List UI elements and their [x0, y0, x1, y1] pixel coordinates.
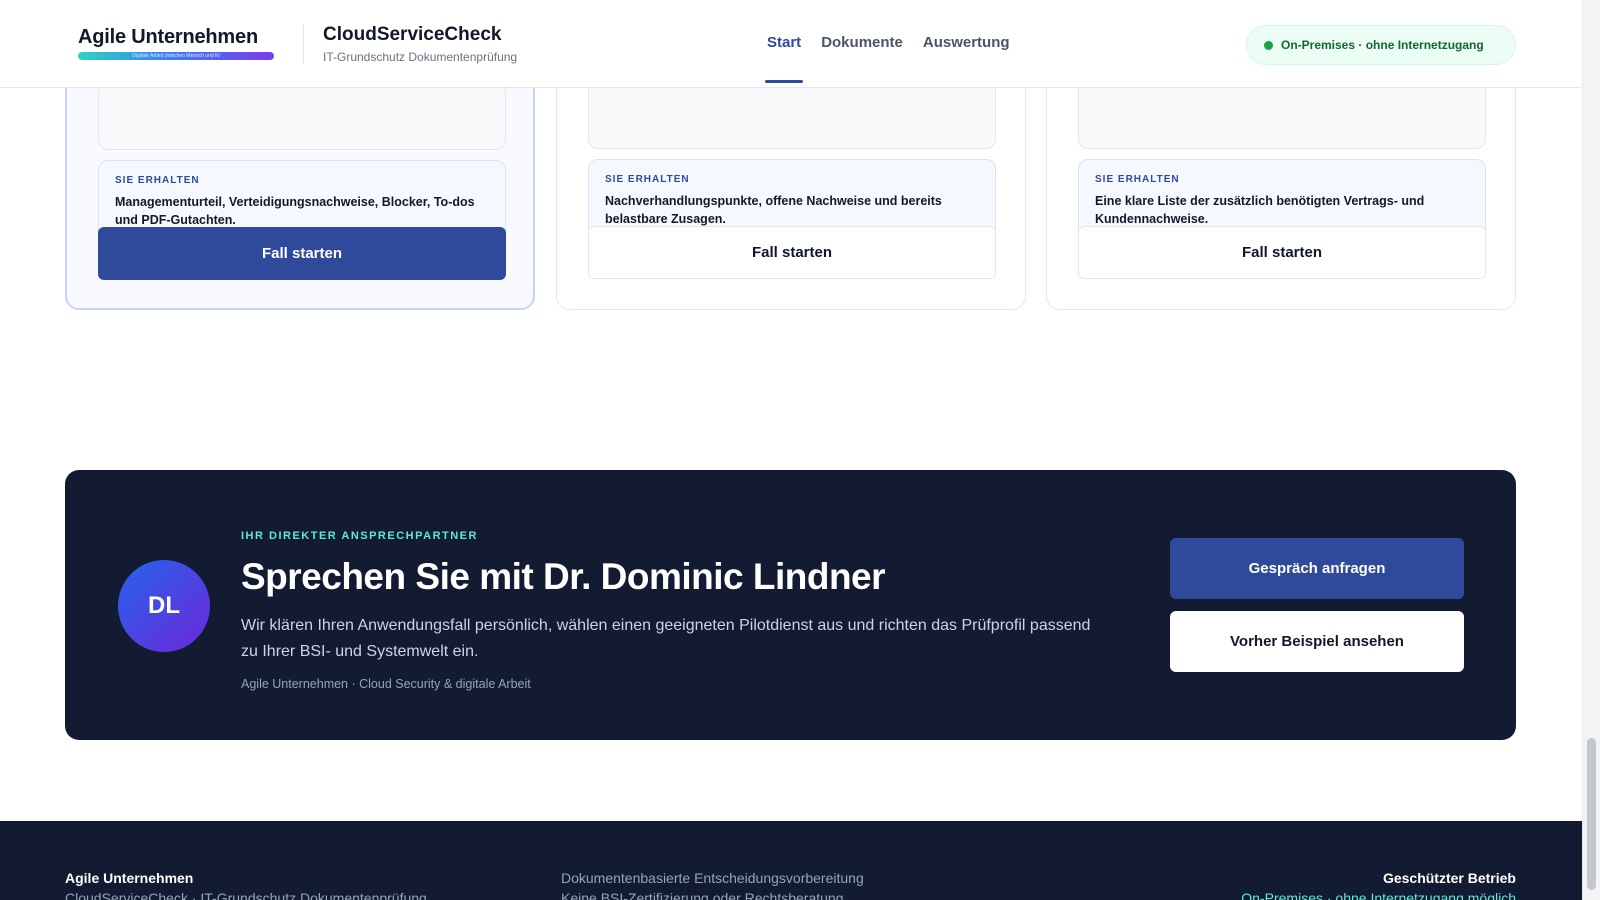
brand-tagline-bar: Digitale Arbeit zwischen Mensch und KI	[78, 52, 274, 60]
contact-description: Wir klären Ihren Anwendungsfall persönli…	[241, 617, 1091, 660]
nav-start[interactable]: Start	[764, 34, 804, 83]
top-header: Agile Unternehmen Digitale Arbeit zwisch…	[0, 0, 1582, 88]
card-result-text: Eine klare Liste der zusätzlich benötigt…	[1095, 194, 1425, 226]
footer-operation-title: Geschützter Betrieb	[1382, 870, 1516, 886]
page-scrollbar[interactable]	[1582, 0, 1600, 900]
nav-dokumente[interactable]: Dokumente	[821, 34, 903, 51]
start-case-button[interactable]: Fall starten	[1078, 226, 1486, 279]
footer-col-brand: Agile Unternehmen CloudServiceCheck · IT…	[65, 868, 427, 900]
status-text: On-Premises · ohne Internetzugang	[1281, 38, 1484, 52]
card-previous-box	[588, 81, 996, 149]
status-badge: On-Premises · ohne Internetzugang	[1246, 25, 1516, 65]
footer-brand-title: Agile Unternehmen	[65, 870, 194, 886]
start-case-button[interactable]: Fall starten	[98, 227, 506, 280]
product-subtitle: IT-Grundschutz Dokumentenprüfung	[323, 50, 518, 64]
footer-brand-sub: CloudServiceCheck · IT-Grundschutz Dokum…	[65, 890, 427, 900]
header-divider	[303, 24, 304, 64]
product-name: CloudServiceCheck	[323, 24, 502, 45]
footer: Agile Unternehmen CloudServiceCheck · IT…	[0, 821, 1582, 900]
product-title-block: CloudServiceCheck IT-Grundschutz Dokumen…	[323, 24, 517, 64]
contact-title: Sprechen Sie mit Dr. Dominic Lindner	[241, 556, 886, 597]
card-result-label: SIE ERHALTEN	[115, 175, 200, 186]
contact-meta: Agile Unternehmen · Cloud Security & dig…	[241, 677, 531, 691]
card-result-label: SIE ERHALTEN	[1095, 174, 1180, 185]
status-dot-icon	[1264, 40, 1273, 50]
contact-eyebrow: IHR DIREKTER ANSPRECHPARTNER	[241, 530, 478, 542]
card-result-text: Managementurteil, Verteidigungsnachweise…	[115, 195, 475, 227]
card-previous-box	[1078, 81, 1486, 149]
scrollbar-thumb[interactable]	[1587, 738, 1596, 890]
nav-auswertung[interactable]: Auswertung	[923, 34, 1010, 51]
footer-operation-sub: On-Premises · ohne Internetzugang möglic…	[1241, 890, 1516, 900]
brand-logo[interactable]: Agile Unternehmen Digitale Arbeit zwisch…	[78, 26, 274, 60]
card-result-text: Nachverhandlungspunkte, offene Nachweise…	[605, 194, 942, 226]
main-nav: Start Dokumente Auswertung	[764, 34, 1010, 83]
brand-name: Agile Unternehmen	[78, 26, 258, 48]
contact-banner: DL IHR DIREKTER ANSPRECHPARTNER Sprechen…	[65, 470, 1516, 740]
footer-col-operation: Geschützter Betrieb On-Premises · ohne I…	[1241, 868, 1516, 900]
footer-info-line-1: Dokumentenbasierte Entscheidungsvorberei…	[561, 870, 864, 886]
view-example-button[interactable]: Vorher Beispiel ansehen	[1170, 611, 1464, 672]
card-result-label: SIE ERHALTEN	[605, 174, 690, 185]
page: SIE ERHALTEN Managementurteil, Verteidig…	[0, 0, 1600, 900]
footer-col-info: Dokumentenbasierte Entscheidungsvorberei…	[561, 868, 864, 900]
start-case-button[interactable]: Fall starten	[588, 226, 996, 279]
avatar: DL	[118, 560, 210, 652]
card-previous-box	[98, 82, 506, 150]
footer-info-line-2: Keine BSI-Zertifizierung oder Rechtsbera…	[561, 890, 844, 900]
request-meeting-button[interactable]: Gespräch anfragen	[1170, 538, 1464, 599]
